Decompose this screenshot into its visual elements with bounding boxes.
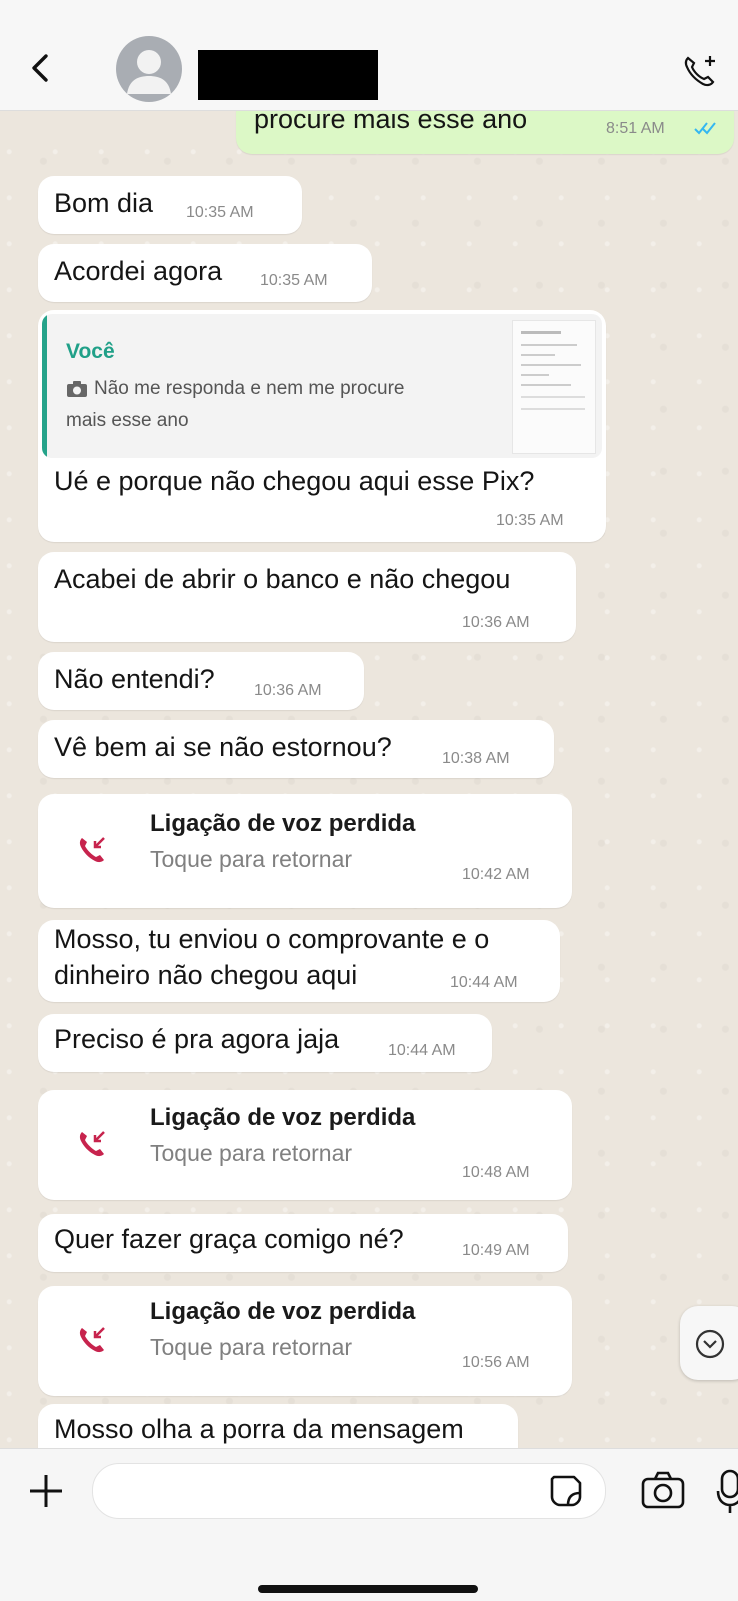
message-text-line: Mosso, tu enviou o comprovante e o	[54, 924, 490, 954]
contact-name-redacted[interactable]	[198, 50, 378, 100]
message-time: 10:36 AM	[462, 614, 530, 631]
message-time: 10:56 AM	[462, 1354, 530, 1371]
default-avatar-icon	[127, 50, 171, 94]
microphone-icon[interactable]	[716, 1467, 738, 1515]
home-indicator	[258, 1585, 478, 1593]
message-time: 10:38 AM	[442, 750, 510, 767]
call-subtitle: Toque para retornar	[150, 1334, 353, 1360]
quoted-author: Você	[66, 340, 115, 363]
message-time: 10:48 AM	[462, 1164, 530, 1181]
call-subtitle: Toque para retornar	[150, 846, 353, 872]
message-time: 10:35 AM	[260, 272, 328, 289]
call-title: Ligação de voz perdida	[150, 1298, 416, 1325]
camera-icon[interactable]	[640, 1469, 686, 1513]
message-time: 10:42 AM	[462, 866, 530, 883]
message-composer	[0, 1448, 738, 1601]
call-icon-circle	[58, 818, 124, 884]
read-ticks-icon	[694, 122, 716, 135]
missed-call-message[interactable]: Ligação de voz perdida Toque para retorn…	[38, 794, 572, 908]
quoted-text-line: mais esse ano	[66, 410, 189, 431]
call-icon-circle	[58, 1112, 124, 1178]
incoming-message[interactable]: Não entendi? 10:36 AM	[38, 652, 364, 710]
message-input[interactable]	[92, 1463, 606, 1519]
message-text: Acordei agora	[54, 256, 223, 286]
add-call-icon[interactable]	[680, 52, 720, 92]
missed-call-icon	[79, 837, 105, 863]
missed-call-icon	[79, 1327, 105, 1353]
camera-icon	[67, 381, 87, 397]
message-time: 10:49 AM	[462, 1242, 530, 1259]
incoming-message[interactable]: Preciso é pra agora jaja 10:44 AM	[38, 1014, 492, 1072]
plus-icon[interactable]	[26, 1471, 66, 1511]
message-time: 10:44 AM	[388, 1042, 456, 1059]
quoted-image-thumbnail	[512, 320, 596, 454]
quote-accent-bar	[42, 314, 47, 458]
incoming-message[interactable]: Mosso, tu enviou o comprovante e o dinhe…	[38, 920, 560, 1002]
missed-call-icon	[79, 1131, 105, 1157]
back-arrow-icon[interactable]	[24, 50, 60, 86]
message-text: Quer fazer graça comigo né?	[54, 1224, 404, 1254]
message-text: Ué e porque não chegou aqui esse Pix?	[54, 466, 535, 496]
message-time: 10:35 AM	[496, 512, 564, 529]
message-text: Mosso olha a porra da mensagem	[54, 1414, 464, 1444]
quoted-message[interactable]: Você Não me responda e nem me procure ma…	[42, 314, 602, 458]
message-time: 10:44 AM	[450, 974, 518, 991]
message-time: 8:51 AM	[606, 120, 665, 137]
call-title: Ligação de voz perdida	[150, 1104, 416, 1131]
message-time: 10:35 AM	[186, 204, 254, 221]
reply-message[interactable]: Você Não me responda e nem me procure ma…	[38, 310, 606, 542]
quoted-text-line: Não me responda e nem me procure	[94, 378, 405, 399]
call-icon-circle	[58, 1308, 124, 1374]
message-text: Não entendi?	[54, 664, 215, 694]
message-text-line: dinheiro não chegou aqui	[54, 960, 358, 990]
contact-avatar[interactable]	[116, 36, 182, 102]
sticker-icon[interactable]	[546, 1471, 586, 1511]
scroll-to-bottom-button[interactable]	[680, 1306, 738, 1380]
call-subtitle: Toque para retornar	[150, 1140, 353, 1166]
incoming-message[interactable]: Bom dia 10:35 AM	[38, 176, 302, 234]
message-text: Vê bem ai se não estornou?	[54, 732, 392, 762]
chat-header	[0, 28, 738, 111]
call-title: Ligação de voz perdida	[150, 810, 416, 837]
incoming-message[interactable]: Acordei agora 10:35 AM	[38, 244, 372, 302]
incoming-message[interactable]: Vê bem ai se não estornou? 10:38 AM	[38, 720, 554, 778]
message-time: 10:36 AM	[254, 682, 322, 699]
status-bar	[0, 0, 738, 28]
incoming-message[interactable]: Quer fazer graça comigo né? 10:49 AM	[38, 1214, 568, 1272]
incoming-message[interactable]: Acabei de abrir o banco e não chegou 10:…	[38, 552, 576, 642]
chevron-down-icon	[695, 1329, 725, 1359]
missed-call-message[interactable]: Ligação de voz perdida Toque para retorn…	[38, 1286, 572, 1396]
message-text: Bom dia	[54, 188, 154, 218]
missed-call-message[interactable]: Ligação de voz perdida Toque para retorn…	[38, 1090, 572, 1200]
message-text: Preciso é pra agora jaja	[54, 1024, 340, 1054]
message-text: Acabei de abrir o banco e não chegou	[54, 564, 511, 594]
